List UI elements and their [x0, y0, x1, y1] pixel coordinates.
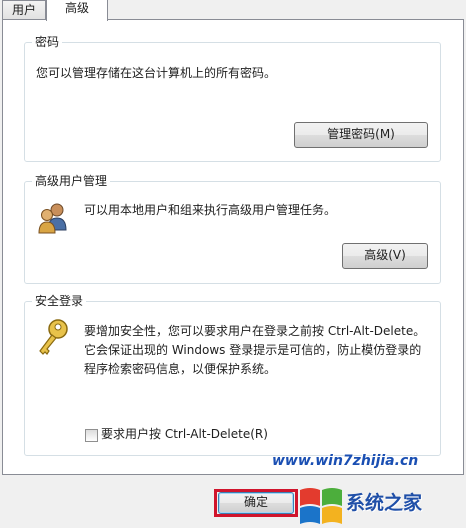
secure-logon-line-3: 程序检索密码信息，以便保护系统。 — [84, 362, 277, 376]
passwords-description: 您可以管理存储在这台计算机上的所有密码。 — [36, 66, 277, 80]
tab-users-label: 用户 — [11, 3, 36, 17]
ctrl-alt-delete-label[interactable]: 要求用户按 Ctrl-Alt-Delete(R) — [101, 425, 268, 444]
manage-passwords-button[interactable]: 管理密码(M) — [294, 122, 428, 148]
secure-logon-line-2: 它会保证出现的 Windows 登录提示是可信的，防止模仿登录的 — [84, 343, 422, 357]
tab-users[interactable]: 用户 — [2, 0, 46, 20]
passwords-group-title: 密码 — [32, 35, 63, 49]
tab-advanced-label: 高级 — [64, 1, 89, 15]
ctrl-alt-delete-checkbox[interactable] — [85, 429, 98, 442]
advanced-users-group-title: 高级用户管理 — [32, 174, 111, 188]
secure-logon-line-1: 要增加安全性，您可以要求用户在登录之前按 Ctrl-Alt-Delete。 — [84, 324, 426, 338]
tab-advanced[interactable]: 高级 — [46, 0, 108, 21]
secure-logon-group-title: 安全登录 — [32, 294, 87, 308]
users-icon — [36, 200, 70, 234]
advanced-button[interactable]: 高级(V) — [342, 243, 428, 269]
watermark-url: www.win7zhijia.cn — [272, 453, 419, 469]
ok-button[interactable]: 确定 — [218, 492, 294, 514]
key-icon — [36, 318, 70, 358]
advanced-users-description: 可以用本地用户和组来执行高级用户管理任务。 — [84, 203, 337, 217]
watermark-logo-text: 系统之家 — [346, 492, 423, 514]
